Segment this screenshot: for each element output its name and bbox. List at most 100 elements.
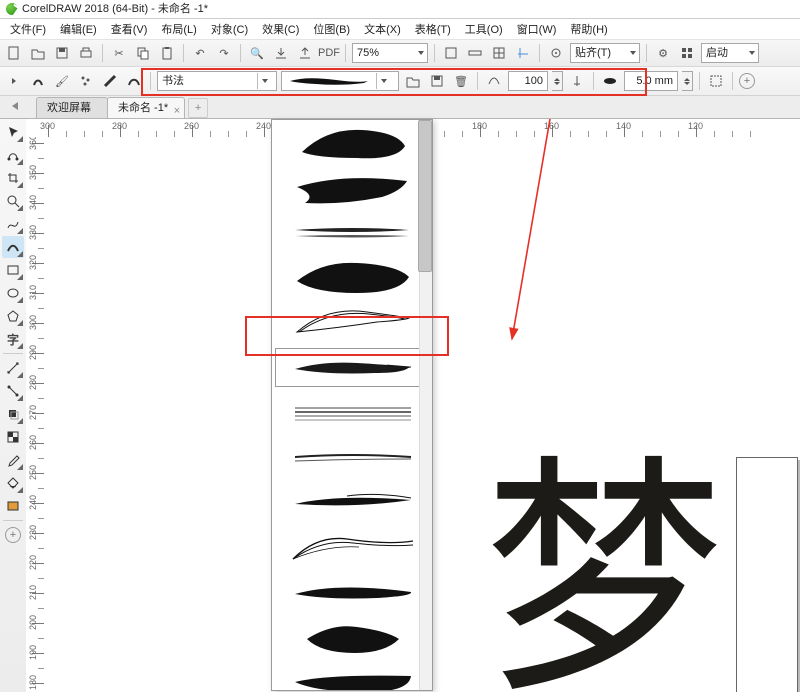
stroke-width-spinner[interactable] (682, 71, 693, 91)
delete-icon[interactable]: 🗑 (451, 71, 471, 91)
connector-tool-icon[interactable] (2, 380, 24, 402)
menu-layout[interactable]: 布局(L) (155, 19, 202, 39)
menu-text[interactable]: 文本(X) (358, 19, 407, 39)
mirror-h-icon[interactable] (4, 71, 24, 91)
brush-icon[interactable]: 🖌 (52, 71, 72, 91)
app-launcher-icon[interactable] (677, 43, 697, 63)
parallel-dimension-tool-icon[interactable] (2, 357, 24, 379)
tab-document[interactable]: 未命名 -1* × (107, 97, 185, 118)
brush-category-select[interactable]: 书法 (157, 71, 277, 91)
brush-scrollbar[interactable] (419, 120, 432, 690)
rectangle-tool-icon[interactable] (2, 259, 24, 281)
save-icon[interactable] (52, 43, 72, 63)
sprayer-icon[interactable] (76, 71, 96, 91)
separator (593, 72, 594, 90)
ellipse-tool-icon[interactable] (2, 282, 24, 304)
smoothing-slider-icon[interactable] (567, 71, 587, 91)
vertical-ruler[interactable]: 3603503403303203103002902802702602502402… (26, 137, 45, 692)
new-icon[interactable] (4, 43, 24, 63)
bounding-box-icon[interactable] (706, 71, 726, 91)
zoom-combo[interactable]: 75% (352, 43, 428, 63)
calligraphic-icon[interactable] (100, 71, 120, 91)
brush-stroke-select[interactable] (281, 71, 399, 91)
open-icon[interactable] (28, 43, 48, 63)
polygon-tool-icon[interactable] (2, 305, 24, 327)
menu-window[interactable]: 窗口(W) (511, 19, 563, 39)
menu-tools[interactable]: 工具(O) (459, 19, 509, 39)
toolbox-expand-button[interactable]: + (2, 524, 24, 546)
menu-file[interactable]: 文件(F) (4, 19, 52, 39)
brush-option-2[interactable] (272, 165, 432, 210)
cut-icon[interactable]: ✂ (109, 43, 129, 63)
menu-effects[interactable]: 效果(C) (256, 19, 305, 39)
brush-option-8[interactable] (272, 435, 432, 480)
publish-pdf-icon[interactable]: PDF (319, 43, 339, 63)
tab-welcome-label: 欢迎屏幕 (47, 98, 91, 118)
tab-welcome[interactable]: 欢迎屏幕 (36, 97, 108, 118)
menu-help[interactable]: 帮助(H) (564, 19, 613, 39)
smoothing-spinner[interactable] (552, 71, 563, 91)
menu-object[interactable]: 对象(C) (205, 19, 254, 39)
brush-option-5[interactable] (272, 300, 432, 345)
menu-view[interactable]: 查看(V) (105, 19, 154, 39)
fullscreen-icon[interactable] (441, 43, 461, 63)
brush-option-10[interactable] (272, 525, 432, 570)
brush-option-3[interactable] (272, 210, 432, 255)
paste-icon[interactable] (157, 43, 177, 63)
brush-option-11[interactable] (272, 570, 432, 615)
artwork-character[interactable]: 梦 (484, 457, 764, 692)
freehand-tool-icon[interactable] (2, 213, 24, 235)
smoothing-icon[interactable] (484, 71, 504, 91)
brush-option-13[interactable] (272, 660, 432, 691)
menu-edit[interactable]: 编辑(E) (54, 19, 103, 39)
tab-nav-icon[interactable] (4, 97, 30, 115)
scrollbar-thumb[interactable] (418, 120, 432, 272)
smoothing-input[interactable]: 100 (508, 71, 548, 91)
brush-option-4[interactable] (272, 255, 432, 300)
pick-tool-icon[interactable] (2, 121, 24, 143)
brush-option-1[interactable] (272, 120, 432, 165)
pressure-icon[interactable] (124, 71, 144, 91)
menu-bitmap[interactable]: 位图(B) (307, 19, 356, 39)
browse-icon[interactable] (403, 71, 423, 91)
save-brush-icon[interactable] (427, 71, 447, 91)
transparency-tool-icon[interactable] (2, 426, 24, 448)
import-icon[interactable] (271, 43, 291, 63)
snap-to-icon[interactable] (546, 43, 566, 63)
add-preset-button[interactable]: + (739, 73, 755, 89)
show-rulers-icon[interactable] (465, 43, 485, 63)
launch-combo[interactable]: 启动 (701, 43, 759, 63)
brush-option-6-selected[interactable] (272, 345, 432, 390)
stroke-width-input[interactable]: 5.0 mm (624, 71, 678, 91)
new-tab-button[interactable]: + (188, 98, 208, 118)
search-icon[interactable]: 🔍 (247, 43, 267, 63)
artistic-media-tool-icon[interactable] (2, 236, 24, 258)
brush-option-12[interactable] (272, 615, 432, 660)
brush-option-7[interactable] (272, 390, 432, 435)
smart-fill-tool-icon[interactable] (2, 495, 24, 517)
drop-shadow-tool-icon[interactable] (2, 403, 24, 425)
brush-option-9[interactable] (272, 480, 432, 525)
interactive-fill-tool-icon[interactable] (2, 472, 24, 494)
zoom-tool-icon[interactable] (2, 190, 24, 212)
undo-icon[interactable]: ↶ (190, 43, 210, 63)
width-nib-icon[interactable] (600, 71, 620, 91)
preset-icon[interactable] (28, 71, 48, 91)
print-icon[interactable] (76, 43, 96, 63)
eyedropper-tool-icon[interactable] (2, 449, 24, 471)
close-icon[interactable]: × (174, 101, 180, 121)
export-icon[interactable] (295, 43, 315, 63)
text-tool-icon[interactable]: 字 (2, 328, 24, 350)
show-guidelines-icon[interactable] (513, 43, 533, 63)
options-icon[interactable]: ⚙ (653, 43, 673, 63)
snap-combo[interactable]: 贴齐(T) (570, 43, 640, 63)
shape-tool-icon[interactable] (2, 144, 24, 166)
crop-tool-icon[interactable] (2, 167, 24, 189)
brush-stroke-dropdown[interactable] (271, 119, 433, 691)
copy-icon[interactable] (133, 43, 153, 63)
toolbox: 字 + (0, 119, 27, 692)
redo-icon[interactable]: ↷ (214, 43, 234, 63)
menu-table[interactable]: 表格(T) (409, 19, 457, 39)
show-grid-icon[interactable] (489, 43, 509, 63)
separator (477, 72, 478, 90)
